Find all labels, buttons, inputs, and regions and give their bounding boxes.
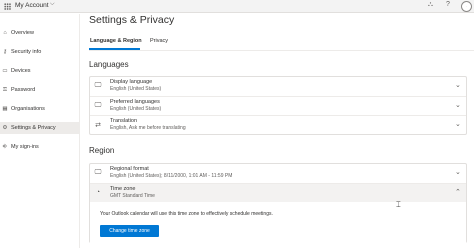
time-zone-description: Your Outlook calendar will use this time… (100, 211, 273, 217)
laptop-icon: ▭ (2, 68, 8, 74)
sidebar-item-overview[interactable]: ⌂ Overview (0, 27, 80, 39)
tab-divider (89, 50, 474, 51)
key-icon: ⚷ (2, 49, 8, 55)
row-title: Regional format (110, 166, 149, 172)
sidebar: ⌂ Overview ⚷ Security info ▭ Devices ⚿ P… (0, 14, 80, 248)
languages-section-title: Languages (89, 60, 129, 69)
sidebar-item-label: Devices (11, 68, 31, 74)
sidebar-item-settings-privacy[interactable]: ⚙ Settings & Privacy (0, 122, 80, 134)
org-chart-icon[interactable]: ⛬ (428, 1, 433, 9)
home-icon: ⌂ (3, 30, 7, 36)
row-value: English (United States); 8/11/2000, 1:01… (110, 173, 233, 179)
sidebar-item-password[interactable]: ⚿ Password (0, 84, 80, 96)
app-launcher-icon[interactable] (4, 3, 11, 10)
change-time-zone-button[interactable]: Change time zone (100, 225, 159, 237)
preferred-languages-row[interactable]: 🖵 Preferred languages English (United St… (90, 96, 466, 115)
sidebar-item-label: Password (11, 87, 36, 93)
region-card: 🖵 Regional format English (United States… (89, 163, 467, 243)
sidebar-item-security-info[interactable]: ⚷ Security info (0, 46, 80, 58)
page-title: Settings & Privacy (89, 14, 175, 26)
translate-icon: ⇄ (95, 122, 101, 129)
row-value: English (United States) (110, 86, 162, 92)
row-title: Translation (110, 118, 138, 124)
sign-in-icon: ⎆ (2, 143, 8, 150)
tab-language-region[interactable]: Language & Region (90, 38, 142, 44)
display-language-row[interactable]: 🖵 Display language English (United State… (90, 77, 466, 96)
chevron-down-icon[interactable]: ⌄ (455, 101, 461, 109)
row-value: English (United States) (110, 106, 162, 112)
sidebar-item-label: Organisations (11, 106, 45, 112)
row-title: Time zone (110, 186, 136, 192)
gear-icon: ⚙ (2, 125, 8, 131)
tab-privacy[interactable]: Privacy (150, 38, 168, 44)
top-bar: My Account ⌵ ⛬ ? · (0, 0, 474, 13)
sidebar-item-label: Overview (11, 30, 34, 36)
app-title[interactable]: My Account (15, 2, 49, 9)
row-value: English, Ask me before translating (110, 125, 186, 131)
sidebar-item-my-sign-ins[interactable]: ⎆ My sign-ins (0, 141, 80, 153)
chevron-down-icon[interactable]: ⌄ (455, 120, 461, 128)
monitor-icon: 🖵 (94, 82, 102, 89)
sidebar-item-label: Security info (11, 49, 42, 55)
sidebar-item-devices[interactable]: ▭ Devices (0, 65, 80, 77)
help-icon[interactable]: ? (446, 1, 450, 8)
avatar[interactable]: · (461, 1, 472, 12)
region-section-title: Region (89, 146, 115, 155)
languages-card: 🖵 Display language English (United State… (89, 76, 467, 135)
building-icon: ▦ (2, 106, 8, 112)
chevron-up-icon[interactable]: ⌃ (455, 188, 461, 196)
password-icon: ⚿ (2, 86, 8, 93)
row-value: GMT Standard Time (110, 193, 155, 199)
sidebar-item-organisations[interactable]: ▦ Organisations (0, 103, 80, 115)
row-title: Preferred languages (110, 99, 160, 105)
chevron-down-icon[interactable]: ⌵ (50, 1, 55, 8)
globe-clock-icon: ◔ (95, 189, 101, 196)
time-zone-row[interactable]: ◔ Time zone GMT Standard Time ⌃ (90, 183, 466, 202)
regional-format-row[interactable]: 🖵 Regional format English (United States… (90, 164, 466, 183)
chevron-down-icon[interactable]: ⌄ (455, 168, 461, 176)
time-zone-panel: Your Outlook calendar will use this time… (90, 203, 466, 243)
sidebar-item-label: My sign-ins (11, 144, 39, 150)
monitor-icon: 🖵 (94, 169, 102, 176)
sidebar-item-label: Settings & Privacy (11, 125, 56, 131)
mouse-cursor-icon: ⌶ (396, 200, 401, 209)
translation-row[interactable]: ⇄ Translation English, Ask me before tra… (90, 115, 466, 134)
monitor-icon: 🖵 (94, 102, 102, 109)
chevron-down-icon[interactable]: ⌄ (455, 81, 461, 89)
row-title: Display language (110, 79, 153, 85)
